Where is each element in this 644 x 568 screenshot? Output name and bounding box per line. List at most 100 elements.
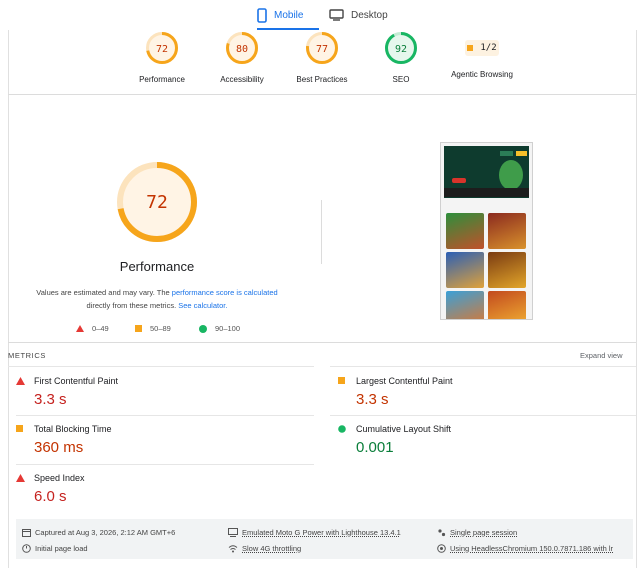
divider: [8, 94, 636, 95]
thumbnail-game-tile: [488, 291, 526, 319]
tab-mobile[interactable]: Mobile: [257, 0, 319, 30]
thumbnail-game-tile: [446, 252, 484, 288]
gauge-performance[interactable]: 72 Performance: [117, 31, 207, 84]
footer-session[interactable]: Single page session: [437, 528, 517, 537]
legend-average: 50–89: [135, 324, 171, 333]
performance-score-large: 72: [146, 192, 168, 213]
metric-name: Cumulative Layout Shift: [356, 424, 452, 434]
gauge-label: Performance: [139, 75, 185, 84]
performance-title: Performance: [119, 259, 195, 274]
gauge-ring: 77: [306, 32, 338, 64]
smartphone-icon: [257, 7, 267, 23]
metric-name: Total Blocking Time: [34, 424, 112, 434]
thumbnail-nav-bar: [444, 188, 529, 197]
divider: [8, 342, 636, 343]
gauge-score: 77: [316, 44, 328, 55]
expand-view-toggle[interactable]: Expand view: [580, 351, 623, 360]
initial-load-text: Initial page load: [35, 544, 88, 553]
chrome-icon: [437, 544, 446, 553]
legend-pass-label: 90–100: [215, 324, 241, 333]
gauge-accessibility[interactable]: 80 Accessibility: [197, 31, 287, 84]
thumbnail-mascot-image: [499, 160, 523, 190]
average-square-icon: [338, 377, 345, 384]
legend-fail: 0–49: [76, 324, 109, 333]
session-icon: [438, 529, 446, 537]
metric-divider: [330, 415, 636, 416]
metric-value: 360 ms: [34, 439, 84, 456]
score-disclaimer: Values are estimated and may vary. The p…: [26, 286, 288, 312]
gauge-best-practices[interactable]: 77 Best Practices: [277, 31, 367, 84]
gauge-ring: 72: [146, 32, 178, 64]
performance-score-link[interactable]: performance score is calculated: [172, 288, 278, 297]
pass-circle-icon: [338, 425, 346, 433]
legend-fail-label: 0–49: [92, 324, 109, 333]
gauge-score: 80: [236, 44, 248, 55]
frame-border-right: [636, 30, 637, 568]
pass-circle-icon: [199, 324, 207, 333]
frame-border-left: [8, 30, 9, 568]
timer-icon: [22, 544, 31, 553]
thumbnail-login-button: [500, 151, 513, 156]
metric-divider: [16, 415, 314, 416]
gauge-agentic-browsing[interactable]: 1/2 Agentic Browsing: [437, 31, 527, 79]
device-icon: [228, 528, 238, 537]
fail-triangle-icon: [76, 325, 84, 332]
throttling-text: Slow 4G throttling: [242, 544, 302, 553]
disclaimer-text-2: directly from these metrics.: [86, 301, 177, 310]
gauge-label: Agentic Browsing: [451, 70, 513, 79]
footer-initial-load: Initial page load: [22, 544, 88, 553]
metrics-heading: METRICS: [8, 351, 46, 360]
gauge-label: Accessibility: [220, 75, 264, 84]
gauge-score: 72: [156, 44, 168, 55]
session-text: Single page session: [450, 528, 518, 537]
footer-captured: Captured at Aug 3, 2026, 2:12 AM GMT+6: [22, 528, 175, 537]
average-square-icon: [16, 425, 23, 432]
emulated-device-text: Emulated Moto G Power with Lighthouse 13…: [242, 528, 401, 537]
thumbnail-game-tile: [446, 291, 484, 319]
thumbnail-cta-button: [452, 178, 466, 183]
calendar-icon: [22, 529, 31, 537]
vertical-separator: [321, 200, 322, 264]
gauge-seo[interactable]: 92 SEO: [356, 31, 446, 84]
final-screenshot-thumbnail[interactable]: [440, 142, 533, 320]
metric-name: Largest Contentful Paint: [356, 376, 453, 386]
average-square-icon: [135, 325, 142, 332]
metric-name: First Contentful Paint: [34, 376, 119, 386]
metric-name: Speed Index: [34, 473, 85, 483]
monitor-icon: [329, 9, 344, 21]
metric-value: 6.0 s: [34, 488, 67, 505]
metric-divider: [16, 464, 314, 465]
footer-throttling[interactable]: Slow 4G throttling: [228, 544, 301, 553]
thumbnail-game-tile: [488, 213, 526, 249]
wifi-icon: [228, 545, 238, 553]
agentic-badge-wrap: 1/2: [465, 31, 499, 65]
thumbnail-join-button: [516, 151, 527, 156]
runtime-settings-footer: Captured at Aug 3, 2026, 2:12 AM GMT+6 I…: [16, 519, 633, 559]
tab-desktop[interactable]: Desktop: [329, 0, 388, 30]
gauge-ring: 92: [385, 32, 417, 64]
fail-triangle-icon: [16, 377, 25, 385]
footer-emulated-device[interactable]: Emulated Moto G Power with Lighthouse 13…: [228, 528, 401, 537]
tab-mobile-label: Mobile: [274, 9, 304, 21]
agentic-badge: 1/2: [465, 40, 499, 56]
device-tabs: Mobile Desktop: [0, 0, 644, 30]
legend-pass: 90–100: [199, 324, 240, 333]
thumbnail-game-tile: [488, 252, 526, 288]
see-calculator-link[interactable]: See calculator.: [178, 301, 227, 310]
gauge-score: 92: [395, 44, 407, 55]
metric-value: 3.3 s: [34, 391, 67, 408]
metric-divider: [8, 366, 314, 367]
gauge-label: Best Practices: [296, 75, 348, 84]
gauge-ring: 80: [226, 32, 258, 64]
metric-divider: [330, 366, 636, 367]
performance-gauge-large: 72: [117, 162, 197, 242]
metric-value: 3.3 s: [356, 391, 389, 408]
disclaimer-text-1: Values are estimated and may vary. The: [36, 288, 170, 297]
agentic-value: 1/2: [480, 43, 497, 53]
gauge-label: SEO: [392, 75, 410, 84]
average-square-icon: [467, 45, 474, 51]
legend-average-label: 50–89: [150, 324, 171, 333]
metric-value: 0.001: [356, 439, 394, 456]
browser-text: Using HeadlessChromium 150.0.7871.186 wi…: [450, 544, 614, 553]
footer-browser[interactable]: Using HeadlessChromium 150.0.7871.186 wi…: [437, 544, 613, 553]
